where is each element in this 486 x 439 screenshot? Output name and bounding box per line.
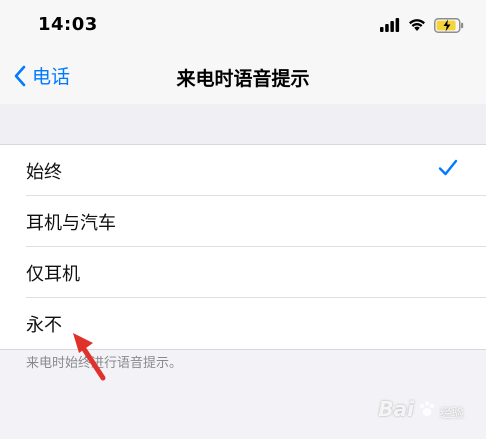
option-label: 仅耳机 <box>26 263 80 285</box>
option-label: 始终 <box>26 161 62 183</box>
option-never[interactable]: 永不 <box>0 298 486 349</box>
status-time: 14:03 <box>38 14 98 35</box>
paw-icon <box>419 401 435 416</box>
watermark-brand: Bai <box>378 397 414 421</box>
watermark: Bai 经验 <box>378 397 464 421</box>
option-always[interactable]: 始终 <box>0 145 486 196</box>
signal-icon <box>380 18 400 32</box>
option-headphones-and-car[interactable]: 耳机与汽车 <box>0 196 486 247</box>
checkmark-icon <box>438 159 458 176</box>
battery-charging-icon <box>434 17 464 33</box>
status-bar: 14:03 <box>0 0 486 48</box>
option-label: 永不 <box>26 314 62 336</box>
watermark-suffix: 经验 <box>439 405 464 420</box>
status-icons <box>380 16 464 34</box>
footer-note: 来电时始终进行语音提示。 <box>26 356 183 371</box>
wifi-icon <box>409 19 425 31</box>
section-spacer <box>0 104 486 145</box>
navigation-bar: 电话 来电时语音提示 <box>0 48 486 105</box>
page-title: 来电时语音提示 <box>176 68 310 90</box>
announce-calls-options: 始终 耳机与汽车 仅耳机 永不 <box>0 145 486 350</box>
option-label: 耳机与汽车 <box>26 212 116 234</box>
option-headphones-only[interactable]: 仅耳机 <box>0 247 486 298</box>
